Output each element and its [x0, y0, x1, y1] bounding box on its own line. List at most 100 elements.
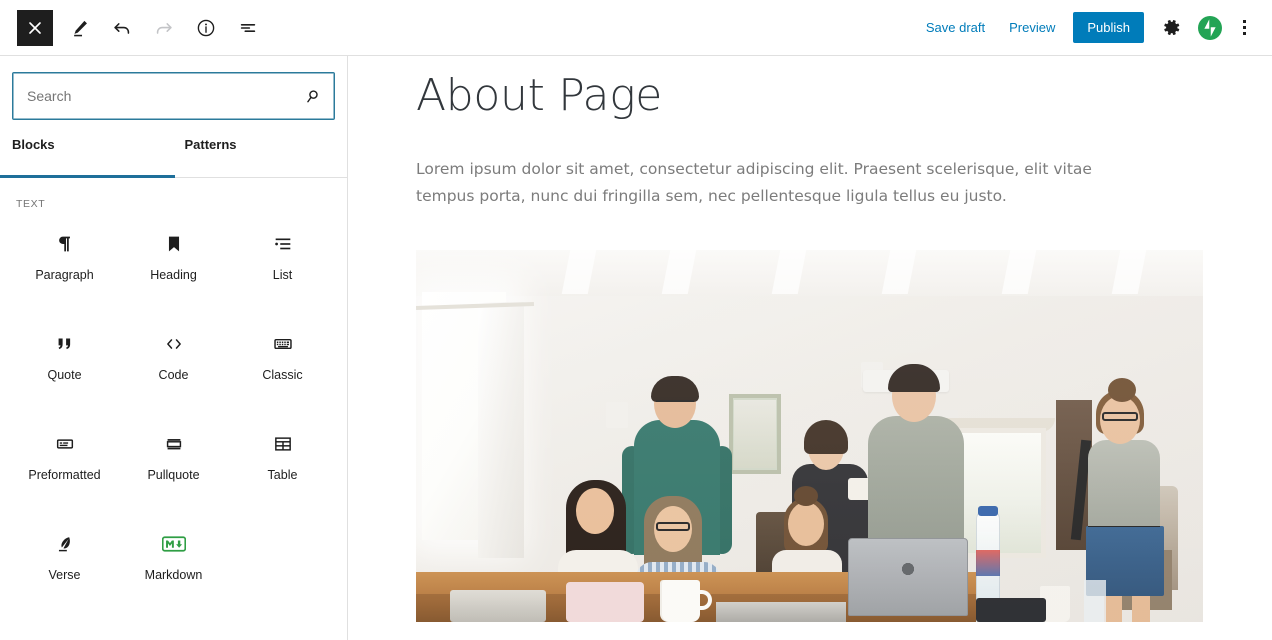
block-label: Classic — [262, 368, 303, 382]
photo-person-glasses — [656, 522, 690, 532]
code-angle-brackets-icon — [162, 332, 186, 356]
preformatted-glyph — [56, 439, 73, 449]
editor-top-bar: Save draft Preview Publish — [0, 0, 1272, 56]
pullquote-glyph — [166, 439, 181, 450]
photo-person-torso — [1088, 440, 1160, 527]
search-input[interactable] — [13, 73, 334, 119]
block-label: Quote — [47, 368, 82, 382]
preformatted-icon — [53, 432, 77, 456]
search-box[interactable] — [12, 72, 335, 120]
block-label: List — [272, 268, 293, 282]
block-label: Code — [158, 368, 189, 382]
markdown-icon — [161, 532, 186, 556]
photo-person-head — [788, 502, 824, 547]
edit-pencil-icon — [74, 20, 87, 36]
ellipsis-dot — [1242, 32, 1246, 35]
tab-patterns[interactable]: Patterns — [175, 134, 348, 178]
top-bar-left-tools — [0, 0, 266, 56]
undo-button[interactable] — [104, 10, 140, 46]
block-label: Pullquote — [147, 468, 200, 482]
heading-bookmark-icon — [162, 232, 186, 256]
block-item-classic[interactable]: Classic — [228, 316, 337, 416]
search-container — [0, 56, 347, 120]
photo-bottle-cap — [978, 506, 998, 517]
search-icon — [306, 89, 318, 102]
editor-canvas: About Page Lorem ipsum dolor sit amet, c… — [349, 56, 1272, 640]
undo-icon — [114, 22, 130, 34]
list-view-button[interactable] — [230, 10, 266, 46]
image-block[interactable] — [416, 250, 1203, 623]
table-glyph — [274, 437, 291, 451]
block-editor-app: Save draft Preview Publish Search Blocks… — [0, 0, 1272, 640]
photo-curtain — [478, 302, 524, 559]
block-label: Table — [267, 468, 298, 482]
post-title[interactable]: About Page — [349, 56, 1272, 123]
block-label: Markdown — [144, 568, 203, 582]
quote-icon — [53, 332, 77, 356]
publish-button[interactable]: Publish — [1073, 12, 1144, 43]
photo-phone — [976, 598, 1046, 623]
search-submit-button[interactable] — [300, 84, 324, 108]
redo-button[interactable] — [146, 10, 182, 46]
paragraph-block[interactable]: Lorem ipsum dolor sit amet, consectetur … — [349, 123, 1169, 210]
photo-person-glasses — [656, 400, 694, 408]
pilcrow-glyph — [58, 236, 70, 252]
markdown-glyph — [161, 536, 186, 552]
photo-pink-object — [566, 582, 644, 623]
save-draft-button[interactable]: Save draft — [914, 15, 997, 40]
block-grid: Paragraph Heading List Quote Code Classi… — [0, 210, 347, 616]
classic-keyboard-icon — [271, 332, 295, 356]
block-item-markdown[interactable]: Markdown — [119, 516, 228, 616]
block-label: Preformatted — [28, 468, 101, 482]
block-item-heading[interactable]: Heading — [119, 216, 228, 316]
edit-mode-button[interactable] — [62, 10, 98, 46]
photo-mug — [662, 580, 700, 623]
more-options-button[interactable] — [1228, 10, 1260, 46]
list-view-icon — [240, 23, 256, 32]
photo-person-hair-bun — [1108, 378, 1136, 403]
photo-laptop — [848, 538, 968, 617]
table-icon — [271, 432, 295, 456]
pullquote-icon — [162, 432, 186, 456]
photo-wall-fixture — [606, 402, 628, 429]
redo-icon — [156, 22, 172, 34]
info-icon — [197, 19, 215, 36]
block-item-table[interactable]: Table — [228, 416, 337, 516]
block-item-verse[interactable]: Verse — [10, 516, 119, 616]
settings-button[interactable] — [1153, 10, 1189, 46]
ellipsis-dot — [1242, 20, 1246, 23]
preview-button[interactable]: Preview — [997, 15, 1067, 40]
block-item-code[interactable]: Code — [119, 316, 228, 416]
block-item-list[interactable]: List — [228, 216, 337, 316]
paragraph-pilcrow-icon — [53, 232, 77, 256]
details-info-button[interactable] — [188, 10, 224, 46]
ellipsis-dot — [1242, 26, 1246, 29]
tab-blocks[interactable]: Blocks — [0, 134, 175, 178]
photo-person-head — [576, 488, 614, 535]
photo-wall-frame-art — [734, 400, 776, 469]
photo-notebook — [716, 602, 846, 623]
photo-ceiling — [416, 250, 1203, 297]
photo-person-hair-bun — [794, 486, 818, 507]
photo-person-glasses — [1102, 412, 1138, 422]
gear-icon — [1163, 20, 1179, 35]
code-glyph — [166, 339, 181, 349]
block-item-pullquote[interactable]: Pullquote — [119, 416, 228, 516]
close-x-icon — [29, 21, 41, 34]
block-label: Paragraph — [35, 268, 94, 282]
jetpack-icon[interactable] — [1198, 15, 1222, 40]
jetpack-glyph-icon — [1198, 16, 1222, 39]
photo-bottle-label — [976, 550, 1000, 577]
top-bar-right-actions: Save draft Preview Publish — [914, 0, 1272, 56]
block-item-paragraph[interactable]: Paragraph — [10, 216, 119, 316]
block-item-quote[interactable]: Quote — [10, 316, 119, 416]
list-glyph — [274, 238, 290, 250]
block-item-preformatted[interactable]: Preformatted — [10, 416, 119, 516]
photo-person-legs — [1132, 594, 1150, 623]
close-editor-button[interactable] — [17, 9, 53, 46]
keyboard-glyph — [273, 338, 292, 350]
photo-person-legs — [1104, 594, 1122, 623]
photo-glass — [1084, 580, 1106, 623]
bookmark-glyph — [168, 236, 179, 252]
block-inserter-sidebar: Blocks Patterns TEXT Paragraph — [0, 56, 348, 640]
